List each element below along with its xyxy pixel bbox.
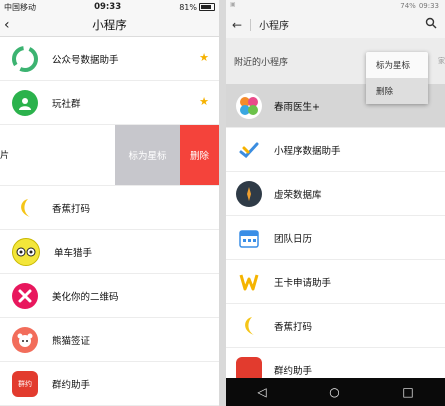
list-item[interactable]: 团队日历	[226, 216, 445, 260]
mini-program-list: 公众号数据助手 ★ 玩社群 ★ 片 标为星标 删除 香蕉打码 单车猎手 美化你的…	[0, 37, 219, 406]
delete-button[interactable]: 删除	[180, 125, 219, 185]
list-item-label: 群约助手	[274, 365, 313, 377]
list-item-label: 玩社群	[52, 98, 81, 110]
page-title: 小程序	[92, 18, 127, 32]
search-icon[interactable]	[425, 17, 437, 32]
list-item[interactable]: 虚荣数据库	[226, 172, 445, 216]
list-item-label: 香蕉打码	[52, 203, 91, 215]
community-icon	[12, 89, 38, 116]
banana-icon	[236, 312, 262, 339]
ios-mini-programs-screen: 中国移动 09:33 81% ‹ 小程序 公众号数据助手 ★ 玩社群 ★ 片 标…	[0, 0, 219, 406]
context-menu-popup: 标为星标 删除	[366, 52, 428, 104]
list-item-label: 群约助手	[52, 379, 91, 391]
list-item[interactable]: 香蕉打码	[226, 304, 445, 348]
list-item[interactable]: 熊猫签证	[0, 318, 219, 362]
list-item[interactable]: 群约 群约助手	[0, 362, 219, 406]
android-status-bar: ▣ 74% 09:33	[226, 0, 445, 11]
back-arrow-icon[interactable]: ←	[232, 18, 242, 32]
qr-beautify-icon	[12, 282, 38, 309]
bike-hunter-icon	[12, 237, 40, 266]
list-item-label: 王卡申请助手	[274, 277, 332, 289]
data-assistant-icon	[236, 136, 262, 163]
list-item[interactable]: 美化你的二维码	[0, 274, 219, 318]
mark-star-button[interactable]: 标为星标	[115, 125, 180, 185]
group-date-icon: 群约	[12, 370, 38, 397]
list-item-label: 虚荣数据库	[274, 189, 322, 201]
list-item-label: 熊猫签证	[52, 335, 91, 347]
list-item[interactable]: 王卡申请助手	[226, 260, 445, 304]
status-right: 81%	[179, 3, 215, 12]
list-item[interactable]: 小程序数据助手	[226, 128, 445, 172]
nav-home-circle-icon[interactable]: ○	[329, 385, 339, 399]
king-card-icon	[236, 268, 262, 295]
team-calendar-icon	[236, 224, 262, 251]
clipped-label: 片	[0, 151, 10, 161]
list-item-label: 香蕉打码	[274, 321, 313, 333]
mini-program-list: 春雨医生+ 小程序数据助手 虚荣数据库 团队日历 王卡申请助手 香蕉打码 群约助…	[226, 84, 445, 392]
icon-badge-text: 群约	[18, 379, 32, 388]
list-item[interactable]: 玩社群 ★	[0, 81, 219, 125]
page-title: 小程序	[259, 21, 290, 32]
battery-icon	[199, 3, 215, 11]
list-item-label: 小程序数据助手	[274, 145, 341, 157]
menu-item-delete[interactable]: 删除	[366, 78, 428, 104]
navigation-bar: ← 小程序	[226, 11, 445, 38]
list-item-label: 单车猎手	[54, 247, 93, 259]
notification-icon: ▣	[230, 1, 236, 8]
back-icon[interactable]: ‹	[4, 17, 10, 33]
star-icon: ★	[199, 95, 209, 108]
vanity-database-icon	[236, 180, 262, 207]
swiped-list-item[interactable]: 片 标为星标 删除	[0, 125, 219, 186]
navigation-bar: ‹ 小程序	[0, 14, 219, 37]
menu-item-mark-star[interactable]: 标为星标	[366, 52, 428, 78]
battery-percent: 81%	[179, 2, 197, 12]
status-time: 09:33	[94, 2, 122, 12]
status-time: 09:33	[418, 1, 439, 10]
nav-recent-square-icon[interactable]: □	[402, 385, 413, 399]
list-item[interactable]: 单车猎手	[0, 230, 219, 274]
data-assistant-icon	[12, 45, 38, 72]
section-title: 附近的小程序	[234, 57, 289, 68]
section-clipped-text: 家	[438, 57, 445, 65]
spring-rain-icon	[236, 92, 262, 119]
android-navigation-bar: ◁ ○ □	[226, 378, 445, 406]
list-item[interactable]: 香蕉打码	[0, 186, 219, 230]
list-item-label: 团队日历	[274, 233, 313, 245]
panda-visa-icon	[12, 326, 38, 353]
star-icon: ★	[199, 51, 209, 64]
nav-divider	[250, 18, 252, 31]
list-item-label: 公众号数据助手	[52, 54, 119, 66]
battery-percent: 74%	[400, 1, 416, 10]
list-item-label: 春雨医生+	[274, 101, 320, 113]
list-item[interactable]: 公众号数据助手 ★	[0, 37, 219, 81]
nav-back-triangle-icon[interactable]: ◁	[257, 385, 266, 399]
carrier-text: 中国移动	[4, 2, 36, 12]
ios-status-bar: 中国移动 09:33 81%	[0, 0, 219, 14]
banana-icon	[12, 194, 38, 221]
list-item-label: 美化你的二维码	[52, 291, 119, 303]
